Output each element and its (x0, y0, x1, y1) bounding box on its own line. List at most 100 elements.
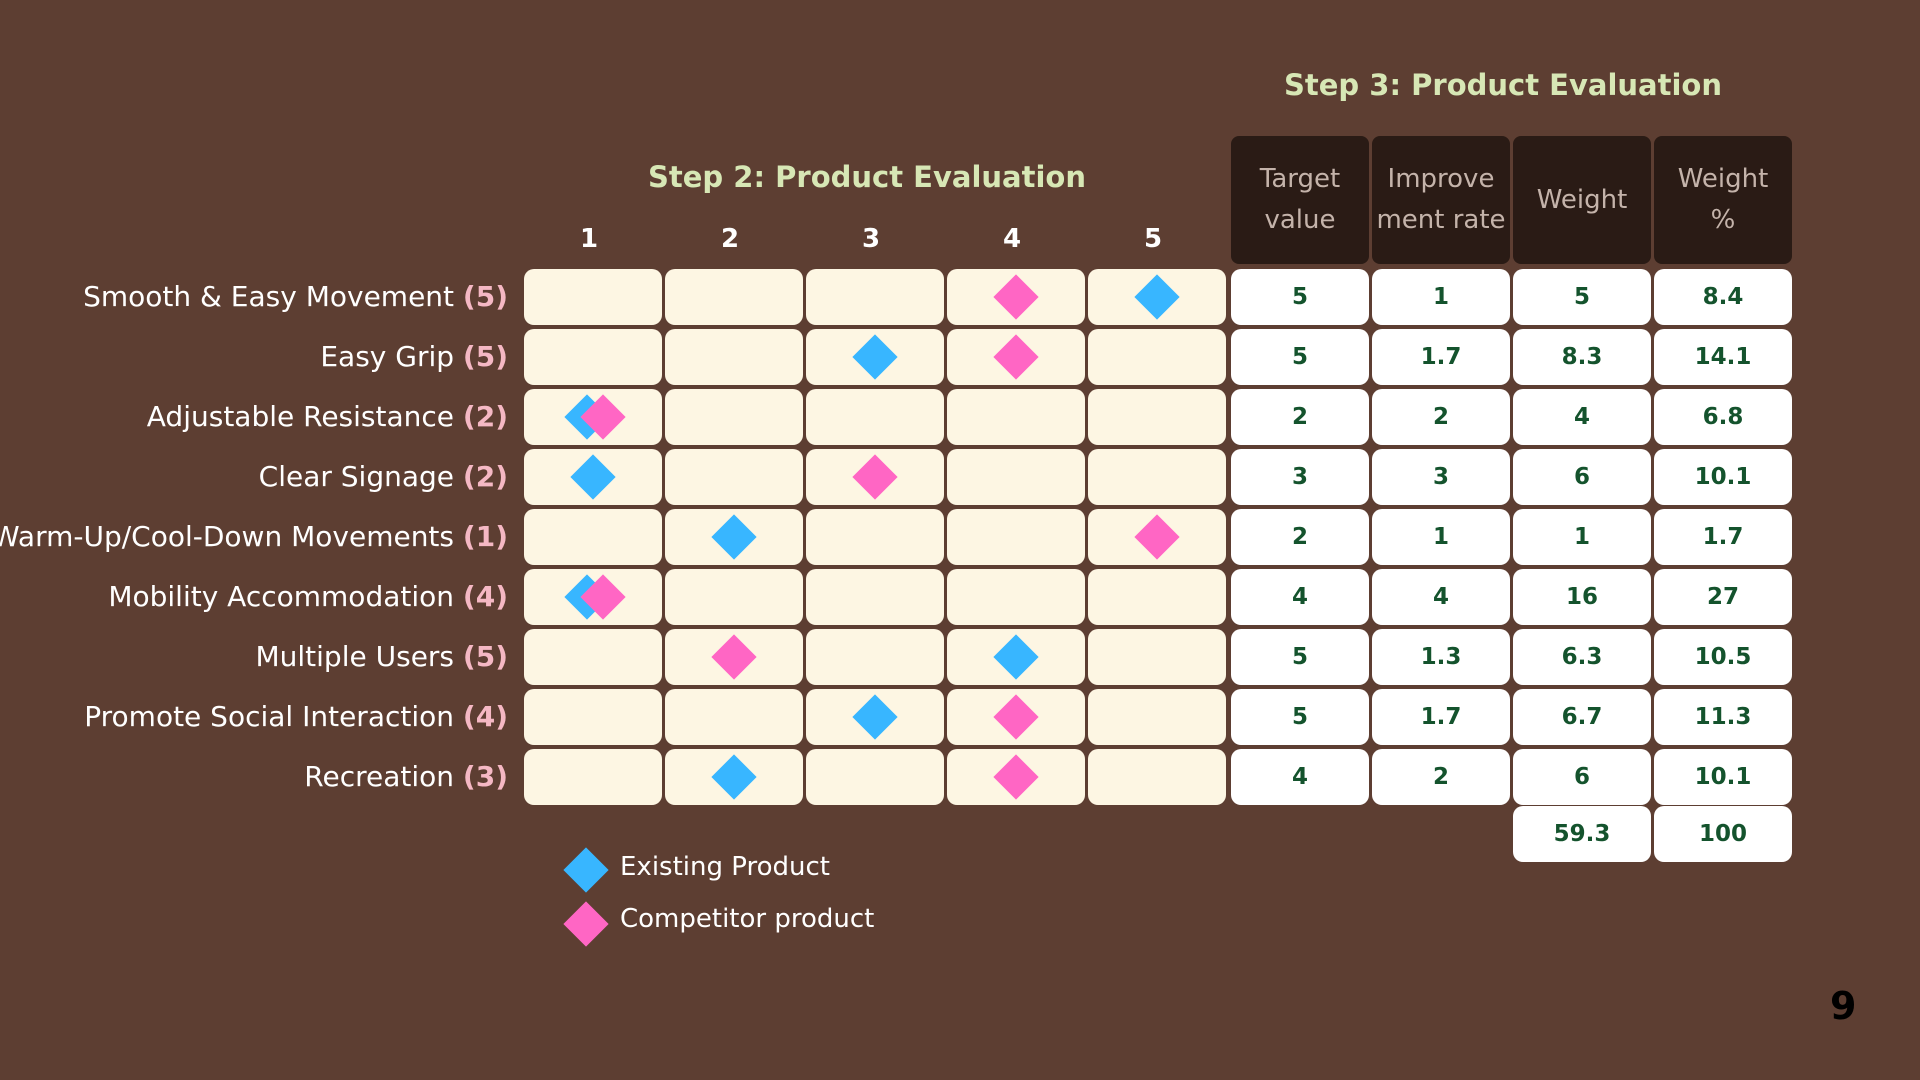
improvement-rate-cell: 4 (1372, 569, 1510, 625)
requirement-priority: (5) (462, 280, 508, 313)
improvement-rate-cell: 1.3 (1372, 629, 1510, 685)
weight-cell: 5 (1513, 269, 1651, 325)
row-label: Easy Grip (5) (320, 329, 508, 385)
target-value-cell: 5 (1231, 689, 1369, 745)
requirement-name: Smooth & Easy Movement (83, 280, 455, 313)
page-number: 9 (1830, 984, 1857, 1028)
scale-label-4: 4 (1002, 224, 1022, 254)
evaluation-cell (524, 329, 662, 385)
requirement-priority: (4) (462, 580, 508, 613)
row-label: Recreation (3) (304, 749, 508, 805)
target-value-cell: 3 (1231, 449, 1369, 505)
scale-label-2: 2 (720, 224, 740, 254)
requirement-name: Mobility Accommodation (108, 580, 455, 613)
evaluation-cell (806, 389, 944, 445)
weight-percent-cell: 10.1 (1654, 749, 1792, 805)
scale-label-1: 1 (579, 224, 599, 254)
requirement-name: Recreation (304, 760, 455, 793)
weight-cell: 16 (1513, 569, 1651, 625)
weight-cell: 6.3 (1513, 629, 1651, 685)
requirement-priority: (4) (462, 700, 508, 733)
legend-competitor-icon (563, 901, 609, 947)
evaluation-cell (665, 569, 803, 625)
total-weight-percent: 100 (1654, 806, 1792, 862)
weight-percent-cell: 1.7 (1654, 509, 1792, 565)
weight-percent-cell: 10.1 (1654, 449, 1792, 505)
weight-cell: 4 (1513, 389, 1651, 445)
target-value-cell: 5 (1231, 629, 1369, 685)
total-weight: 59.3 (1513, 806, 1651, 862)
requirement-priority: (2) (462, 460, 508, 493)
scale-label-3: 3 (861, 224, 881, 254)
evaluation-cell (947, 389, 1085, 445)
legend-competitor-label: Competitor product (620, 904, 875, 934)
header-target-value: Target value (1231, 136, 1369, 264)
scale-label-5: 5 (1143, 224, 1163, 254)
target-value-cell: 4 (1231, 749, 1369, 805)
header-improvement-rate: Improve ment rate (1372, 136, 1510, 264)
legend-existing-icon (563, 847, 609, 893)
weight-percent-cell: 11.3 (1654, 689, 1792, 745)
evaluation-cell (1088, 329, 1226, 385)
requirement-priority: (5) (462, 640, 508, 673)
requirement-priority: (5) (462, 340, 508, 373)
row-label: Adjustable Resistance (2) (147, 389, 508, 445)
weight-cell: 6.7 (1513, 689, 1651, 745)
evaluation-cell (524, 269, 662, 325)
evaluation-cell (1088, 569, 1226, 625)
improvement-rate-cell: 2 (1372, 749, 1510, 805)
evaluation-cell (1088, 629, 1226, 685)
evaluation-cell (806, 749, 944, 805)
improvement-rate-cell: 1 (1372, 269, 1510, 325)
improvement-rate-cell: 1 (1372, 509, 1510, 565)
evaluation-cell (665, 449, 803, 505)
weight-cell: 8.3 (1513, 329, 1651, 385)
target-value-cell: 5 (1231, 329, 1369, 385)
requirement-name: Multiple Users (255, 640, 455, 673)
evaluation-cell (524, 509, 662, 565)
evaluation-cell (665, 689, 803, 745)
requirement-name: Clear Signage (258, 460, 455, 493)
row-label: Mobility Accommodation (4) (108, 569, 508, 625)
requirement-priority: (3) (462, 760, 508, 793)
requirement-priority: (2) (462, 400, 508, 433)
requirement-priority: (1) (462, 520, 508, 553)
evaluation-cell (1088, 689, 1226, 745)
requirement-name: Adjustable Resistance (146, 400, 455, 433)
evaluation-cell (947, 509, 1085, 565)
row-label: Clear Signage (2) (259, 449, 508, 505)
target-value-cell: 4 (1231, 569, 1369, 625)
evaluation-cell (947, 449, 1085, 505)
evaluation-cell (1088, 449, 1226, 505)
evaluation-cell (665, 389, 803, 445)
improvement-rate-cell: 3 (1372, 449, 1510, 505)
requirement-name: Warm-Up/Cool-Down Movements (0, 520, 455, 553)
weight-percent-cell: 6.8 (1654, 389, 1792, 445)
row-label: Promote Social Interaction (4) (84, 689, 508, 745)
target-value-cell: 2 (1231, 389, 1369, 445)
weight-cell: 6 (1513, 749, 1651, 805)
evaluation-cell (1088, 389, 1226, 445)
evaluation-cell (665, 269, 803, 325)
evaluation-cell (806, 629, 944, 685)
weight-cell: 1 (1513, 509, 1651, 565)
evaluation-cell (806, 509, 944, 565)
row-label: Smooth & Easy Movement (5) (83, 269, 508, 325)
weight-percent-cell: 8.4 (1654, 269, 1792, 325)
requirement-name: Easy Grip (320, 340, 455, 373)
evaluation-cell (524, 749, 662, 805)
evaluation-cell (947, 569, 1085, 625)
legend-existing-label: Existing Product (620, 852, 830, 882)
improvement-rate-cell: 2 (1372, 389, 1510, 445)
weight-cell: 6 (1513, 449, 1651, 505)
improvement-rate-cell: 1.7 (1372, 689, 1510, 745)
target-value-cell: 5 (1231, 269, 1369, 325)
header-weight-percent: Weight% (1654, 136, 1792, 264)
improvement-rate-cell: 1.7 (1372, 329, 1510, 385)
weight-percent-cell: 14.1 (1654, 329, 1792, 385)
row-label: Warm-Up/Cool-Down Movements (1) (0, 509, 508, 565)
evaluation-cell (806, 269, 944, 325)
weight-percent-cell: 10.5 (1654, 629, 1792, 685)
evaluation-cell (524, 689, 662, 745)
step3-title: Step 3: Product Evaluation (1284, 68, 1722, 102)
